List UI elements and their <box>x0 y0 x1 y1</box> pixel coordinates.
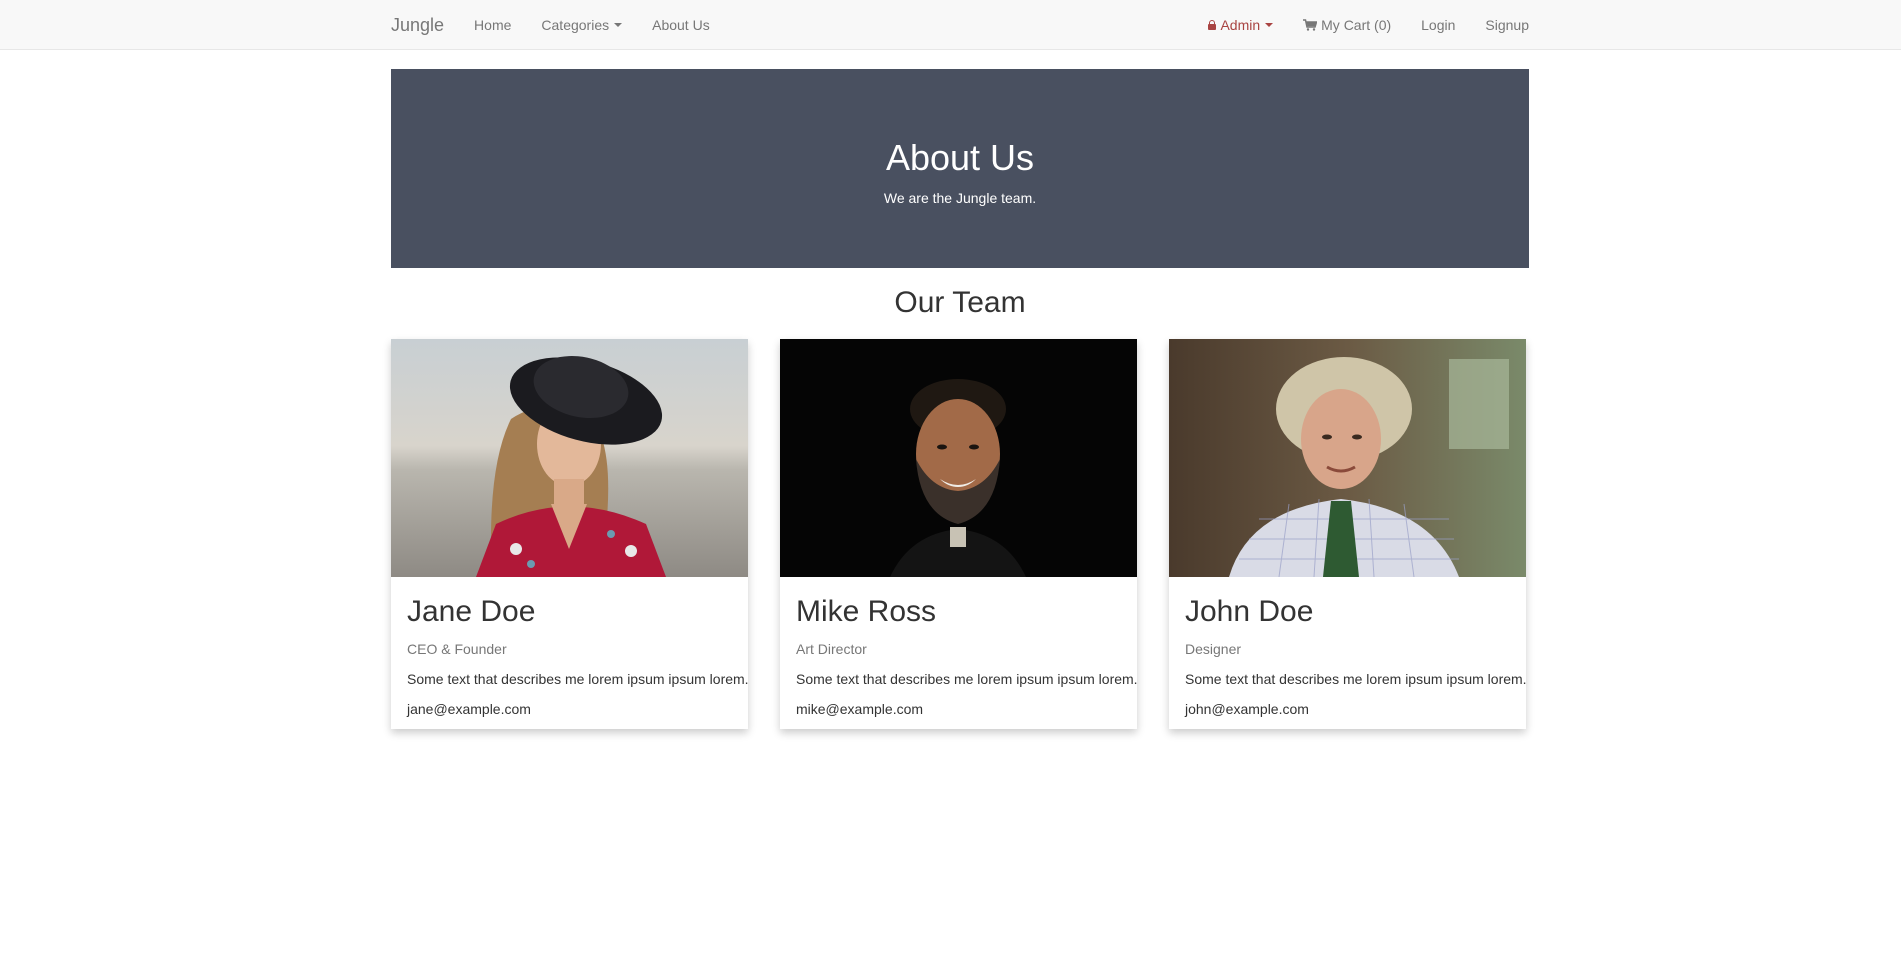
lock-icon <box>1208 20 1217 30</box>
nav-login-link[interactable]: Login <box>1421 17 1455 33</box>
member-email: jane@example.com <box>407 701 531 717</box>
member-photo-mike <box>780 339 1137 577</box>
about-hero-banner: About Us We are the Jungle team. <box>391 69 1529 268</box>
member-photo-jane <box>391 339 748 577</box>
navbar-inner: Jungle Home Categories About Us Admin My… <box>391 0 1529 50</box>
member-role: Designer <box>1185 641 1242 657</box>
member-description: Some text that describes me lorem ipsum … <box>407 671 749 687</box>
shopping-cart-icon <box>1303 19 1318 31</box>
nav-categories-dropdown[interactable]: Categories <box>541 17 623 33</box>
hero-subtitle: We are the Jungle team. <box>883 190 1037 206</box>
member-name: Jane Doe <box>407 595 536 628</box>
portrait-image <box>1169 339 1526 577</box>
nav-categories-label: Categories <box>541 17 610 33</box>
team-card: Jane Doe CEO & Founder Some text that de… <box>391 339 749 729</box>
nav-about-link[interactable]: About Us <box>652 17 710 33</box>
navbar-left: Jungle Home Categories About Us <box>391 0 740 50</box>
portrait-image <box>780 339 1137 577</box>
member-photo-john <box>1169 339 1526 577</box>
member-name: Mike Ross <box>796 595 937 628</box>
hero-title: About Us <box>885 137 1035 178</box>
member-role: Art Director <box>796 641 867 657</box>
nav-cart-link[interactable]: My Cart (0) <box>1303 17 1391 33</box>
team-card: John Doe Designer Some text that describ… <box>1169 339 1527 729</box>
nav-cart-label: My Cart (0) <box>1321 17 1392 33</box>
caret-down-icon <box>1265 23 1274 27</box>
team-card: Mike Ross Art Director Some text that de… <box>780 339 1138 729</box>
team-section-title: Our Team <box>894 286 1026 319</box>
portrait-image <box>391 339 748 577</box>
navbar-right: Admin My Cart (0) Login Signup <box>1178 0 1529 50</box>
brand-link[interactable]: Jungle <box>391 15 444 36</box>
nav-admin-dropdown[interactable]: Admin <box>1208 17 1274 33</box>
member-description: Some text that describes me lorem ipsum … <box>1185 671 1527 687</box>
nav-signup-link[interactable]: Signup <box>1485 17 1529 33</box>
caret-down-icon <box>614 23 623 27</box>
nav-admin-label: Admin <box>1220 17 1261 33</box>
member-email: john@example.com <box>1185 701 1309 717</box>
member-description: Some text that describes me lorem ipsum … <box>796 671 1138 687</box>
navbar: Jungle Home Categories About Us Admin My… <box>0 0 1901 50</box>
member-name: John Doe <box>1185 595 1314 628</box>
member-role: CEO & Founder <box>407 641 507 657</box>
nav-home-link[interactable]: Home <box>474 17 511 33</box>
member-email: mike@example.com <box>796 701 924 717</box>
